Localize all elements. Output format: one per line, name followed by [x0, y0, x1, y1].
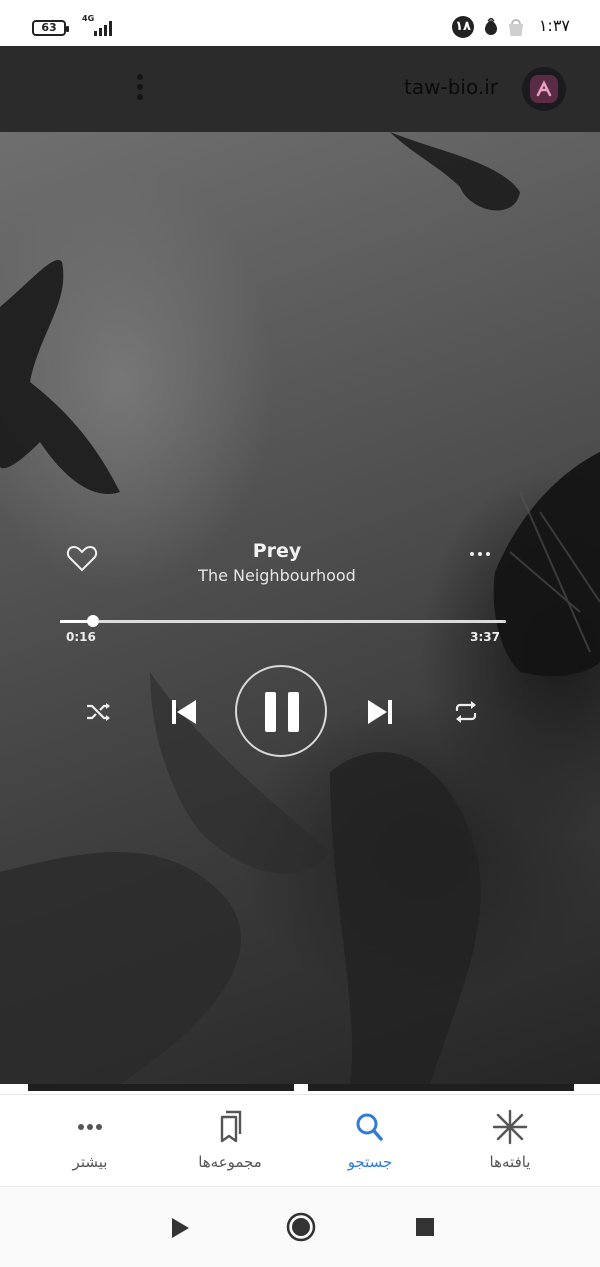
signal-strength-icon: [94, 21, 112, 36]
nav-item-collections[interactable]: مجموعه‌ها: [155, 1095, 305, 1187]
nav-label-discover: یافته‌ها: [489, 1153, 531, 1171]
next-track-icon[interactable]: [366, 698, 394, 726]
bookmarks-icon: [220, 1110, 242, 1143]
background-photo: [0, 132, 600, 1084]
site-logo-icon[interactable]: [522, 67, 566, 111]
recents-square-icon[interactable]: [415, 1217, 435, 1237]
total-time: 3:37: [470, 630, 500, 644]
nav-label-collections: مجموعه‌ها: [198, 1153, 262, 1171]
search-icon: [356, 1113, 383, 1141]
shopping-bag-icon: [509, 19, 523, 36]
battery-indicator: 63: [32, 20, 69, 36]
nav-label-more: بیشتر: [72, 1153, 108, 1171]
progress-track[interactable]: [60, 615, 506, 627]
network-type: 4G: [82, 14, 95, 23]
status-bar: 63 4G ۱۸ ۱:۳۷: [0, 0, 600, 46]
bottom-navigation: بیشتر مجموعه‌ها جستجو یافته‌ها: [0, 1094, 600, 1187]
nav-label-search: جستجو: [347, 1153, 393, 1171]
song-artist: The Neighbourhood: [198, 566, 356, 585]
elapsed-time: 0:16: [66, 630, 96, 644]
progress-knob[interactable]: [87, 615, 99, 627]
pause-button[interactable]: [235, 665, 327, 757]
repeat-icon[interactable]: [453, 701, 479, 723]
more-options-icon[interactable]: [470, 552, 496, 566]
shuffle-icon[interactable]: [86, 701, 112, 723]
pause-icon: [265, 692, 276, 732]
home-circle-icon[interactable]: [286, 1212, 316, 1242]
song-title: Prey: [252, 540, 302, 562]
nav-item-more[interactable]: بیشتر: [15, 1095, 165, 1187]
clock: ۱:۳۷: [538, 16, 570, 35]
browser-toolbar: taw-bio.ir: [0, 46, 600, 132]
app-notification-icon: [485, 18, 497, 35]
overflow-menu-icon[interactable]: [128, 74, 152, 104]
notification-count-badge: ۱۸: [452, 16, 474, 38]
discover-asterisk-icon: [492, 1109, 528, 1145]
system-navigation-bar: [0, 1186, 600, 1267]
page-url[interactable]: taw-bio.ir: [340, 75, 498, 99]
nav-item-search[interactable]: جستجو: [295, 1095, 445, 1187]
divider: [0, 1084, 600, 1094]
back-triangle-icon[interactable]: [170, 1217, 190, 1239]
nav-item-discover[interactable]: یافته‌ها: [435, 1095, 585, 1187]
more-dots-icon: [78, 1124, 102, 1130]
heart-icon[interactable]: [66, 542, 98, 574]
music-player: Prey The Neighbourhood 0:16 3:37: [0, 132, 600, 1084]
previous-track-icon[interactable]: [170, 698, 198, 726]
